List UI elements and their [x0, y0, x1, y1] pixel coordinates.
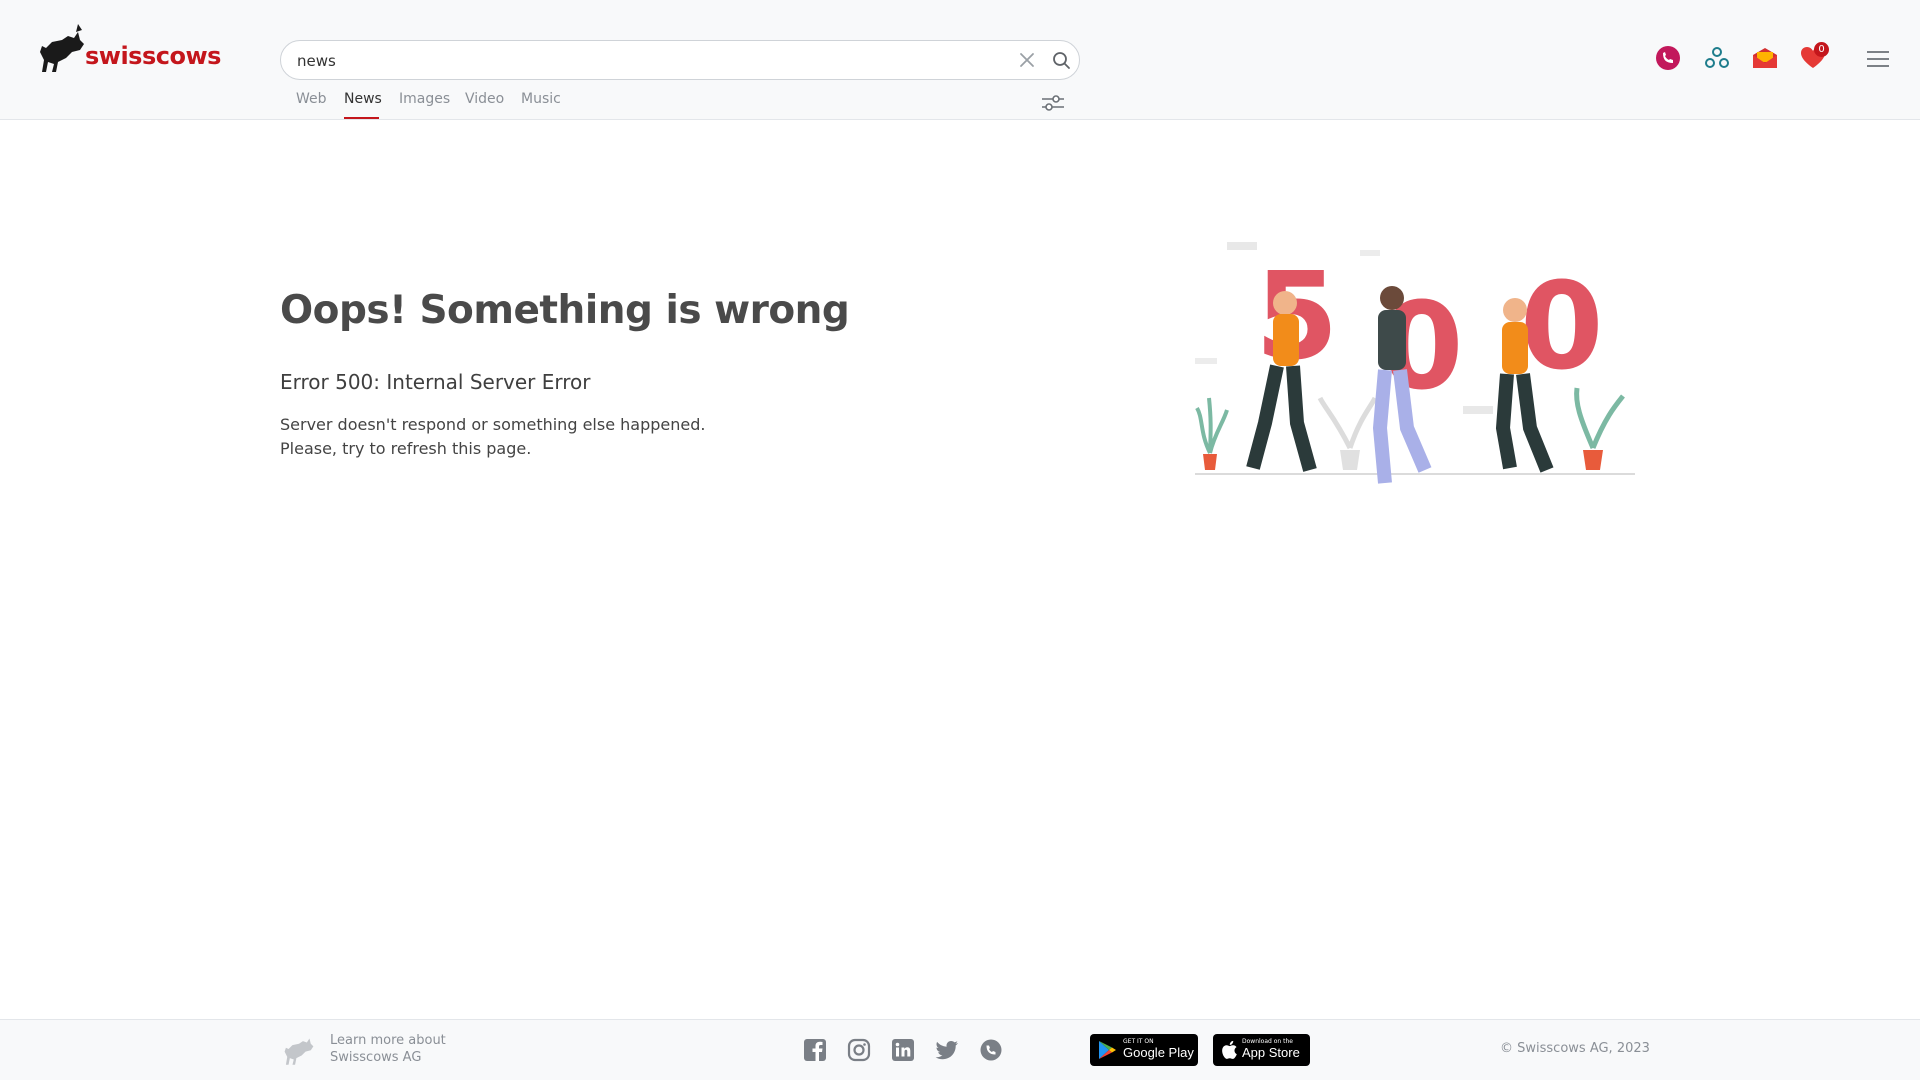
google-play-badge[interactable]: GET IT ON Google Play: [1090, 1034, 1198, 1066]
google-play-icon: [1099, 1041, 1116, 1059]
tab-images[interactable]: Images: [399, 91, 450, 107]
learn-more-link[interactable]: Learn more about Swisscows AG: [330, 1032, 446, 1066]
header: swisscows Web News Images Video Music 0: [0, 0, 1920, 120]
brand-name: swisscows: [85, 42, 221, 70]
tab-video[interactable]: Video: [465, 91, 504, 107]
learn-more-line-2: Swisscows AG: [330, 1050, 422, 1065]
instagram-icon[interactable]: [847, 1038, 871, 1062]
facebook-icon[interactable]: [803, 1038, 827, 1062]
search-input[interactable]: [297, 49, 977, 73]
cow-logo-icon: [40, 24, 84, 72]
google-play-small-text: GET IT ON: [1123, 1038, 1154, 1045]
favorites-count-badge: 0: [1814, 42, 1829, 57]
google-play-label: Google Play: [1123, 1045, 1194, 1060]
error-code: Error 500: Internal Server Error: [280, 370, 591, 394]
close-icon[interactable]: [1016, 49, 1038, 71]
tab-web[interactable]: Web: [296, 91, 327, 107]
error-message-line-1: Server doesn't respond or something else…: [280, 415, 706, 434]
tab-news[interactable]: News: [344, 91, 382, 107]
twitter-icon[interactable]: [935, 1038, 959, 1062]
teleguard-icon[interactable]: [1654, 44, 1682, 72]
app-store-badge[interactable]: Download on the App Store: [1213, 1034, 1310, 1066]
apple-icon: [1222, 1040, 1237, 1059]
active-tab-indicator: [344, 117, 379, 119]
error-message: Server doesn't respond or something else…: [280, 413, 705, 461]
mail-icon[interactable]: [1751, 44, 1779, 72]
teleguard-footer-icon[interactable]: [979, 1038, 1003, 1062]
filter-icon[interactable]: [1040, 92, 1066, 114]
search-box: [280, 40, 1080, 80]
error-500-illustration: 5 0 0: [1185, 238, 1645, 503]
vpn-icon[interactable]: [1703, 44, 1731, 72]
cow-footer-icon[interactable]: [282, 1032, 316, 1066]
app-store-label: App Store: [1242, 1045, 1300, 1060]
linkedin-icon[interactable]: [891, 1038, 915, 1062]
tab-music[interactable]: Music: [521, 91, 561, 107]
learn-more-line-1: Learn more about: [330, 1033, 446, 1048]
error-message-line-2: Please, try to refresh this page.: [280, 439, 532, 458]
search-icon[interactable]: [1050, 49, 1072, 71]
app-store-small-text: Download on the: [1242, 1038, 1293, 1045]
menu-icon[interactable]: [1866, 50, 1890, 68]
error-title: Oops! Something is wrong: [280, 288, 850, 333]
copyright-text: © Swisscows AG, 2023: [1500, 1041, 1650, 1056]
digit-0-second: 0: [1520, 258, 1604, 397]
swisscows-logo[interactable]: swisscows: [38, 22, 221, 78]
